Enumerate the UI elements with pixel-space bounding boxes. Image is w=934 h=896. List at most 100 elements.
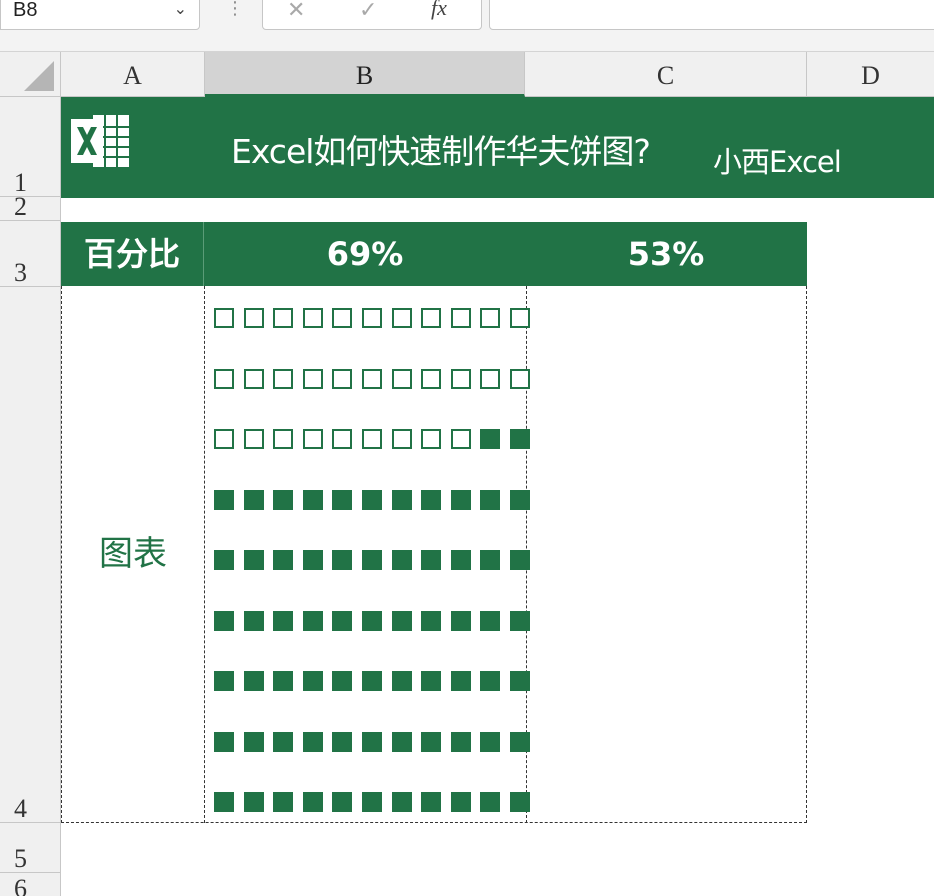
row-number: 2: [14, 192, 27, 221]
waffle-square-filled: [480, 489, 501, 510]
row-number: 4: [14, 794, 27, 823]
waffle-square-filled: [214, 550, 234, 570]
waffle-square-filled: [480, 550, 501, 570]
waffle-square-empty: [510, 308, 530, 328]
enter-icon[interactable]: ✓: [359, 0, 377, 23]
row-header-1[interactable]: 1: [0, 97, 61, 197]
column-header-b[interactable]: B: [205, 52, 525, 97]
waffle-square-filled: [391, 731, 412, 752]
row-header-2[interactable]: 2: [0, 192, 61, 221]
waffle-square-filled: [332, 489, 353, 510]
waffle-square-filled: [391, 610, 412, 631]
title-banner[interactable]: Excel如何快速制作华夫饼图? 小西Excel: [61, 97, 934, 198]
banner-brand: 小西Excel: [713, 145, 842, 179]
waffle-square-empty: [214, 429, 234, 449]
row-headers: 1 2 3 4 5 6: [0, 97, 61, 896]
waffle-square-filled: [450, 489, 471, 510]
waffle-square-filled: [273, 671, 294, 691]
waffle-square-filled: [421, 610, 442, 631]
percent-header-row: 百分比 69% 53%: [61, 222, 807, 286]
waffle-square-filled: [332, 671, 353, 691]
waffle-square-filled: [421, 731, 442, 752]
waffle-square-filled: [510, 429, 530, 449]
banner-title: Excel如何快速制作华夫饼图?: [231, 132, 651, 171]
waffle-square-filled: [421, 792, 442, 812]
row-header-3[interactable]: 3: [0, 221, 61, 287]
waffle-square-empty: [450, 308, 471, 328]
waffle-square-filled: [480, 671, 501, 691]
formula-bar: B8 ⌄ ⋮ ✕ ✓ fx: [0, 0, 934, 52]
waffle-square-filled: [302, 671, 323, 691]
waffle-square-filled: [510, 731, 530, 752]
waffle-square-filled: [273, 610, 294, 631]
name-box[interactable]: B8 ⌄: [0, 0, 200, 30]
cell-c3-percent-value[interactable]: 53%: [525, 222, 807, 286]
formula-input[interactable]: [489, 0, 934, 30]
row-header-4[interactable]: 4: [0, 287, 61, 823]
waffle-square-filled: [273, 489, 294, 510]
waffle-square-empty: [332, 368, 353, 389]
waffle-square-empty: [273, 429, 294, 449]
waffle-square-filled: [243, 671, 264, 691]
waffle-square-empty: [273, 308, 294, 328]
waffle-square-empty: [302, 308, 323, 328]
waffle-square-empty: [362, 429, 382, 449]
column-headers: A B C D: [0, 52, 934, 97]
waffle-square-filled: [362, 792, 382, 812]
waffle-square-filled: [273, 731, 294, 752]
waffle-square-filled: [243, 731, 264, 752]
waffle-square-filled: [214, 610, 234, 631]
waffle-square-filled: [302, 550, 323, 570]
waffle-square-filled: [362, 610, 382, 631]
waffle-square-empty: [480, 368, 501, 389]
cell-a3-percent-label[interactable]: 百分比: [61, 222, 204, 286]
insert-function-icon[interactable]: fx: [431, 0, 447, 21]
waffle-square-filled: [480, 731, 501, 752]
waffle-square-empty: [421, 308, 442, 328]
waffle-square-filled: [480, 792, 501, 812]
column-header-d[interactable]: D: [807, 52, 934, 97]
cancel-icon[interactable]: ✕: [287, 0, 305, 23]
waffle-square-filled: [243, 610, 264, 631]
waffle-square-empty: [273, 368, 294, 389]
waffle-square-empty: [243, 429, 264, 449]
row-number: 3: [14, 258, 27, 287]
column-header-a[interactable]: A: [61, 52, 205, 97]
row-header-5[interactable]: 5: [0, 823, 61, 873]
waffle-square-empty: [214, 308, 234, 328]
select-all-button[interactable]: [0, 52, 61, 97]
waffle-square-filled: [332, 731, 353, 752]
waffle-square-empty: [243, 368, 264, 389]
waffle-square-empty: [302, 429, 323, 449]
formula-bar-separator-icon: ⋮: [226, 0, 244, 18]
waffle-square-filled: [421, 489, 442, 510]
waffle-square-filled: [450, 671, 471, 691]
waffle-square-filled: [214, 731, 234, 752]
cell-a4-chart-label[interactable]: 图表: [62, 286, 205, 823]
waffle-square-filled: [510, 550, 530, 570]
select-all-icon: [24, 61, 54, 91]
waffle-square-filled: [391, 792, 412, 812]
row-number: 6: [14, 874, 27, 896]
waffle-square-filled: [332, 792, 353, 812]
waffle-square-empty: [362, 308, 382, 328]
waffle-square-filled: [450, 792, 471, 812]
waffle-square-filled: [362, 731, 382, 752]
waffle-square-filled: [421, 550, 442, 570]
waffle-square-filled: [214, 489, 234, 510]
chevron-down-icon[interactable]: ⌄: [174, 0, 187, 19]
column-header-c[interactable]: C: [525, 52, 807, 97]
waffle-square-filled: [391, 671, 412, 691]
waffle-square-empty: [450, 368, 471, 389]
waffle-square-empty: [421, 368, 442, 389]
waffle-square-filled: [302, 731, 323, 752]
waffle-square-empty: [214, 368, 234, 389]
waffle-square-filled: [510, 671, 530, 691]
waffle-square-filled: [332, 550, 353, 570]
waffle-chart[interactable]: [214, 306, 530, 816]
row-header-6[interactable]: 6: [0, 873, 61, 896]
waffle-square-empty: [243, 308, 264, 328]
waffle-square-empty: [510, 368, 530, 389]
waffle-square-empty: [391, 429, 412, 449]
cell-b3-percent-value[interactable]: 69%: [205, 222, 525, 286]
